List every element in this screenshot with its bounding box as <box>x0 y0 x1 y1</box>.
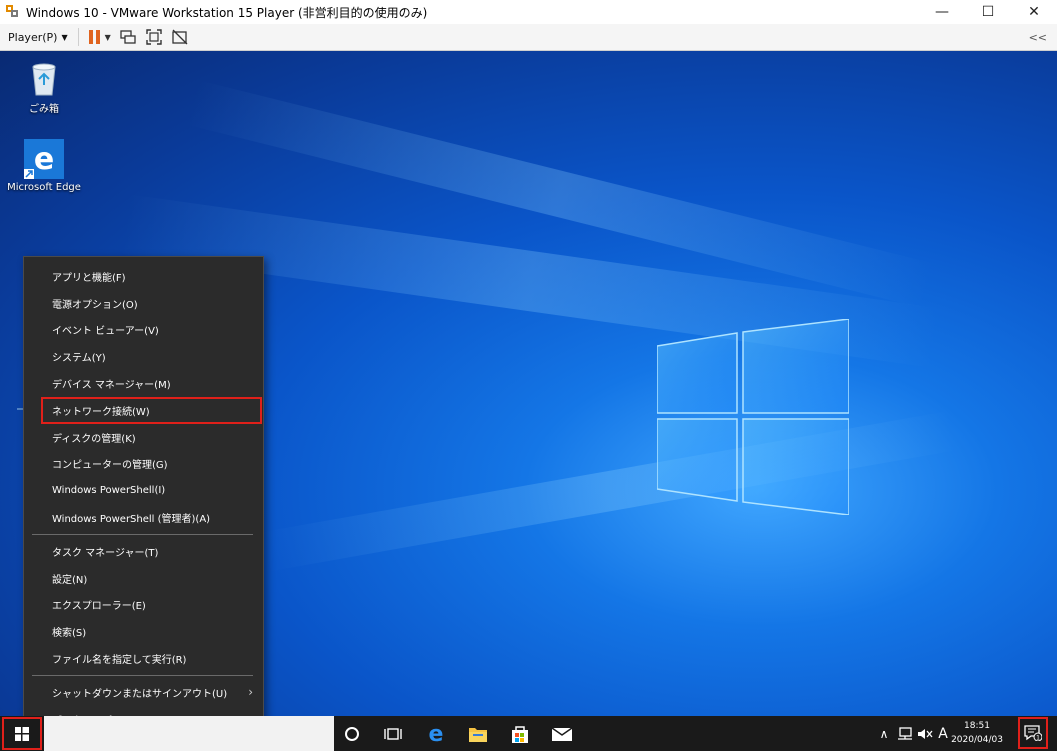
send-ctrl-alt-del-icon[interactable] <box>119 29 137 45</box>
taskbar-mail-button[interactable] <box>542 716 582 751</box>
taskbar-clock[interactable]: 18:51 2020/04/03 <box>950 719 1004 747</box>
menu-item-powershell-admin[interactable]: Windows PowerShell (管理者)(A) <box>24 504 263 531</box>
pause-dropdown-icon[interactable]: ▼ <box>105 33 111 42</box>
taskbar-edge-button[interactable]: e <box>416 716 456 751</box>
ime-indicator[interactable]: A <box>935 716 951 751</box>
taskbar-explorer-button[interactable] <box>458 716 498 751</box>
menu-item-disk-management[interactable]: ディスクの管理(K) <box>24 424 263 451</box>
menu-item-shutdown-signout[interactable]: シャットダウンまたはサインアウト(U) › <box>24 679 263 706</box>
winx-context-menu: アプリと機能(F) 電源オプション(O) イベント ビューアー(V) システム(… <box>23 256 264 738</box>
volume-tray-button[interactable] <box>916 716 934 751</box>
vmware-titlebar: Windows 10 - VMware Workstation 15 Playe… <box>0 0 1057 24</box>
toolbar-divider <box>77 28 79 46</box>
chevron-right-icon: › <box>248 685 253 700</box>
close-button[interactable]: ✕ <box>1011 0 1057 24</box>
desktop-icon-microsoft-edge[interactable]: e Microsoft Edge <box>7 139 81 193</box>
desktop-icon-label: Microsoft Edge <box>7 182 81 193</box>
task-view-icon <box>384 727 402 740</box>
menu-item-search[interactable]: 検索(S) <box>24 618 263 645</box>
window-title: Windows 10 - VMware Workstation 15 Playe… <box>26 5 428 20</box>
menu-divider <box>32 674 253 676</box>
menu-item-settings[interactable]: 設定(N) <box>24 565 263 592</box>
menu-item-apps-features[interactable]: アプリと機能(F) <box>24 263 263 290</box>
menu-item-task-manager[interactable]: タスク マネージャー(T) <box>24 538 263 565</box>
menu-divider <box>32 533 253 535</box>
taskbar-store-button[interactable] <box>500 716 540 751</box>
menu-item-system[interactable]: システム(Y) <box>24 343 263 370</box>
menu-item-network-connections[interactable]: ネットワーク接続(W) <box>41 396 262 424</box>
desktop-icon-label: ごみ箱 <box>29 104 59 115</box>
edge-icon: e <box>429 723 444 745</box>
collapse-toolbar-button[interactable]: << <box>1029 31 1047 44</box>
chevron-up-icon: ∧ <box>879 726 889 741</box>
taskbar-search-box[interactable] <box>44 716 334 751</box>
menu-item-label: シャットダウンまたはサインアウト(U) <box>52 688 228 700</box>
svg-text:e: e <box>34 142 54 177</box>
maximize-button[interactable]: ☐ <box>965 0 1011 24</box>
menu-item-device-manager[interactable]: デバイス マネージャー(M) <box>24 370 263 397</box>
svg-text:e: e <box>429 723 444 745</box>
recycle-bin-icon <box>32 63 56 96</box>
vmware-toolbar: Player(P) ▼ ▼ << <box>0 24 1057 51</box>
windows-start-icon <box>15 726 29 741</box>
network-icon <box>898 726 912 740</box>
tray-overflow-button[interactable]: ∧ <box>876 716 892 751</box>
network-tray-button[interactable] <box>896 716 914 751</box>
desktop-icon-recycle-bin[interactable]: ごみ箱 <box>8 59 80 115</box>
menu-item-event-viewer[interactable]: イベント ビューアー(V) <box>24 317 263 344</box>
windows-logo-wallpaper <box>657 319 849 515</box>
cortana-button[interactable] <box>332 716 372 751</box>
player-menu-label: Player(P) <box>8 30 58 44</box>
pause-icon[interactable] <box>88 30 100 44</box>
menu-item-power-options[interactable]: 電源オプション(O) <box>24 290 263 317</box>
chevron-down-icon: ▼ <box>61 32 68 42</box>
edge-icon: e <box>24 139 64 179</box>
menu-item-powershell[interactable]: Windows PowerShell(I) <box>24 477 263 504</box>
start-button[interactable] <box>2 717 42 750</box>
menu-item-run[interactable]: ファイル名を指定して実行(R) <box>24 645 263 672</box>
taskbar: e ∧ A 18:51 2020/04/03 1 <box>0 716 1057 751</box>
notification-icon: 1 <box>1024 725 1042 741</box>
player-menu-button[interactable]: Player(P) ▼ <box>8 31 68 44</box>
mail-icon <box>551 726 573 741</box>
task-view-button[interactable] <box>373 716 413 751</box>
volume-muted-icon <box>918 728 933 739</box>
vmware-app-icon <box>6 5 20 19</box>
notification-count: 1 <box>1036 735 1040 742</box>
clock-time: 18:51 <box>964 721 990 731</box>
fullscreen-icon[interactable] <box>145 29 163 45</box>
store-icon <box>512 725 528 743</box>
cortana-icon <box>345 726 359 741</box>
unity-mode-icon[interactable] <box>171 29 189 45</box>
action-center-button[interactable]: 1 <box>1018 717 1048 749</box>
menu-item-explorer[interactable]: エクスプローラー(E) <box>24 592 263 619</box>
menu-item-computer-management[interactable]: コンピューターの管理(G) <box>24 451 263 478</box>
clock-date: 2020/04/03 <box>951 735 1003 745</box>
minimize-button[interactable]: — <box>919 0 965 24</box>
folder-icon <box>469 727 487 742</box>
